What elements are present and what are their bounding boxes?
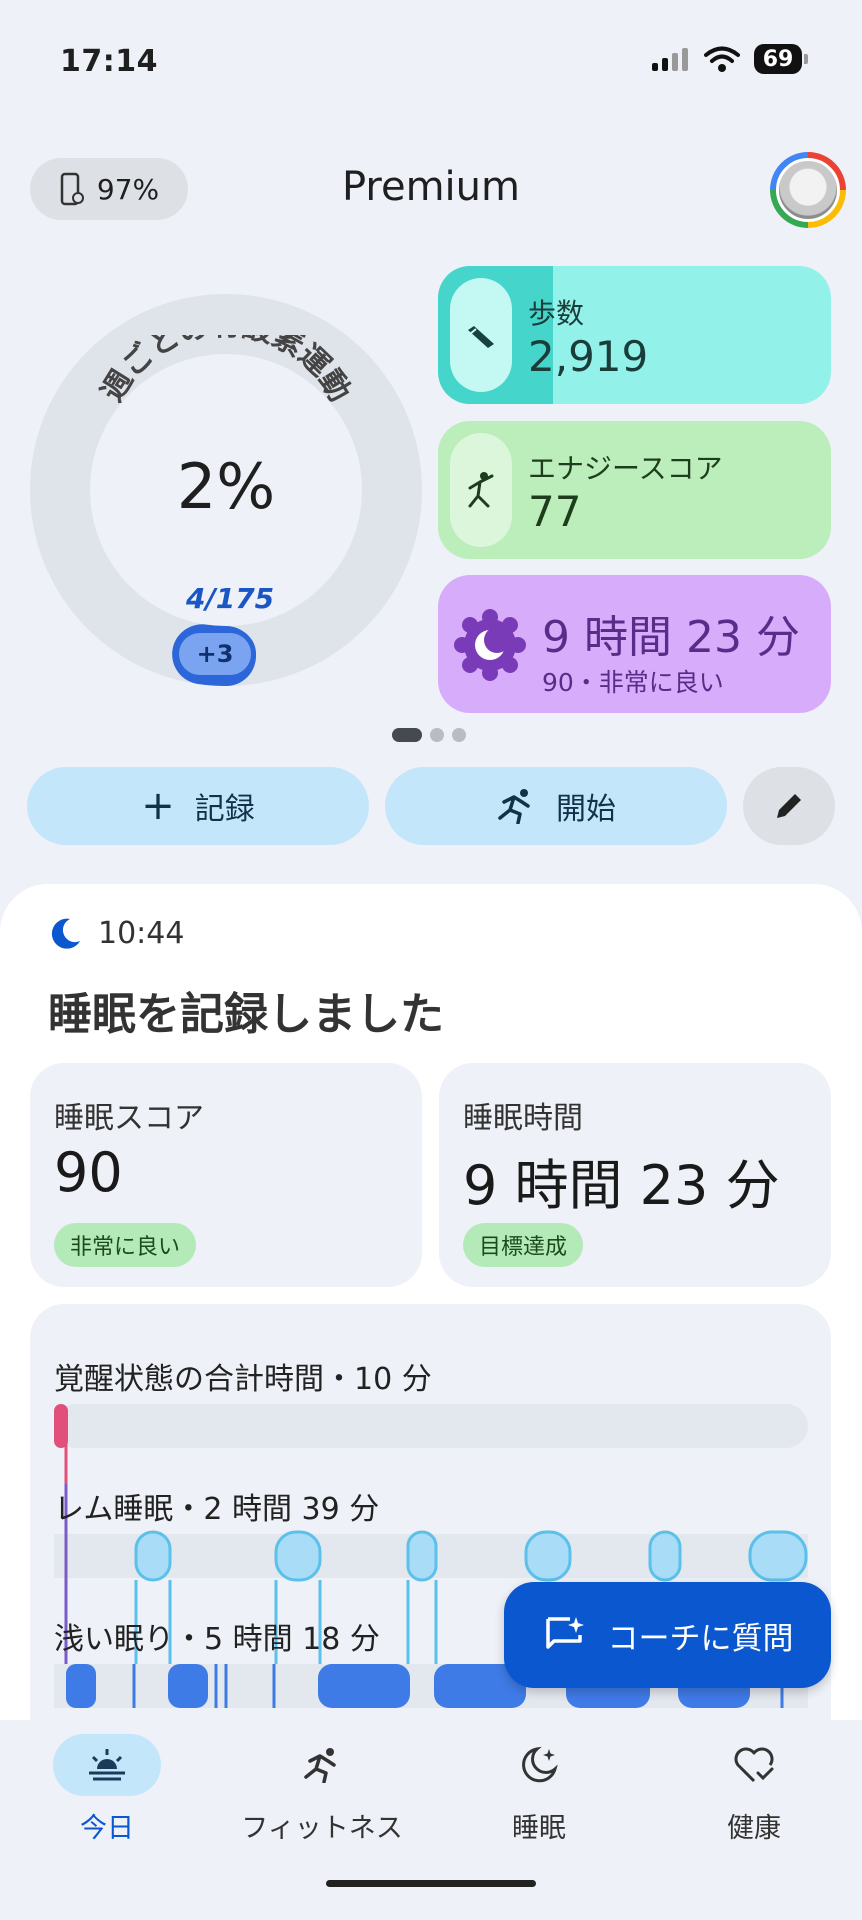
steps-value: 2,919 (528, 332, 649, 381)
ask-coach-button[interactable]: コーチに質問 (504, 1582, 831, 1688)
cardio-percent: 2% (176, 450, 276, 523)
page-dot (392, 728, 422, 742)
moon-sparkle-icon (522, 1746, 558, 1783)
record-button[interactable]: + 記録 (27, 767, 369, 845)
ask-coach-label: コーチに質問 (607, 1620, 794, 1657)
sleep-summary: 90・非常に良い (542, 668, 724, 697)
sleep-badge-icon (454, 609, 526, 681)
record-button-label: 記録 (194, 792, 255, 827)
cardio-badge: +3 (174, 628, 256, 680)
sleep-duration-label: 睡眠時間 (463, 1101, 583, 1136)
sleep-time: 10:44 (98, 916, 185, 951)
energy-value: 77 (528, 487, 582, 536)
coach-chat-icon (545, 1617, 584, 1649)
pencil-icon (777, 794, 801, 818)
cardio-ring-label: 週ごとの有酸素運動 (95, 335, 357, 408)
nav-health[interactable]: 健康 (654, 1734, 854, 1845)
nav-today-label: 今日 (80, 1813, 134, 1844)
nav-today[interactable]: 今日 (7, 1734, 207, 1845)
bottom-navigation: 今日 フィットネス 睡眠 健康 (0, 1720, 862, 1920)
energy-card[interactable]: エナジースコア 77 (438, 421, 831, 559)
wifi-icon (704, 46, 740, 72)
steps-label: 歩数 (528, 297, 585, 330)
sleep-time-row: 10:44 (48, 916, 184, 951)
plus-icon: + (141, 783, 175, 829)
page-dot (452, 728, 466, 742)
rem-stage-label: レム睡眠・2 時間 39 分 (54, 1492, 380, 1527)
sleep-duration-card[interactable]: 睡眠時間 9 時間 23 分 目標達成 (439, 1063, 831, 1287)
nav-fitness[interactable]: フィットネス (222, 1734, 422, 1845)
sleep-score-value: 90 (54, 1141, 123, 1204)
steps-card[interactable]: 歩数 2,919 (438, 266, 831, 404)
sleep-score-label: 睡眠スコア (54, 1101, 204, 1136)
sleep-duration-value: 9 時間 23 分 (463, 1154, 780, 1217)
page-dot (430, 728, 444, 742)
sleep-panel-title: 睡眠を記録しました (48, 989, 444, 1040)
nav-health-label: 健康 (727, 1813, 781, 1844)
page-title: Premium (342, 164, 520, 210)
avatar[interactable] (770, 152, 846, 228)
cardio-count: 4/175 (186, 582, 275, 615)
sleep-card[interactable]: 9 時間 23 分 90・非常に良い (438, 575, 831, 713)
start-workout-button[interactable]: 開始 (385, 767, 727, 845)
cellular-signal-icon (652, 48, 688, 71)
sleep-score-chip: 非常に良い (54, 1223, 197, 1267)
nav-sleep-label: 睡眠 (512, 1813, 566, 1844)
heart-check-icon (734, 1747, 774, 1783)
home-indicator (326, 1880, 536, 1887)
edit-button[interactable] (743, 767, 835, 845)
svg-text:週ごとの有酸素運動: 週ごとの有酸素運動 (95, 335, 357, 408)
status-icons: 69 (650, 44, 808, 74)
nav-sleep[interactable]: 睡眠 (439, 1734, 639, 1845)
sleep-score-card[interactable]: 睡眠スコア 90 非常に良い (30, 1063, 422, 1287)
sleep-goal-chip: 目標達成 (463, 1223, 584, 1267)
battery-indicator: 69 (754, 44, 808, 74)
sunrise-icon (89, 1749, 125, 1781)
energy-label: エナジースコア (528, 452, 723, 485)
energy-person-icon (450, 433, 512, 547)
running-icon (304, 1748, 336, 1783)
sleep-duration: 9 時間 23 分 (542, 612, 800, 663)
light-stage-label: 浅い眠り・5 時間 18 分 (54, 1622, 380, 1657)
moon-icon (51, 918, 80, 949)
start-button-label: 開始 (556, 792, 616, 827)
status-time: 17:14 (60, 44, 158, 79)
running-icon (498, 789, 530, 824)
shoe-icon (450, 278, 512, 392)
nav-fitness-label: フィットネス (241, 1813, 403, 1844)
page-indicator (392, 728, 466, 742)
